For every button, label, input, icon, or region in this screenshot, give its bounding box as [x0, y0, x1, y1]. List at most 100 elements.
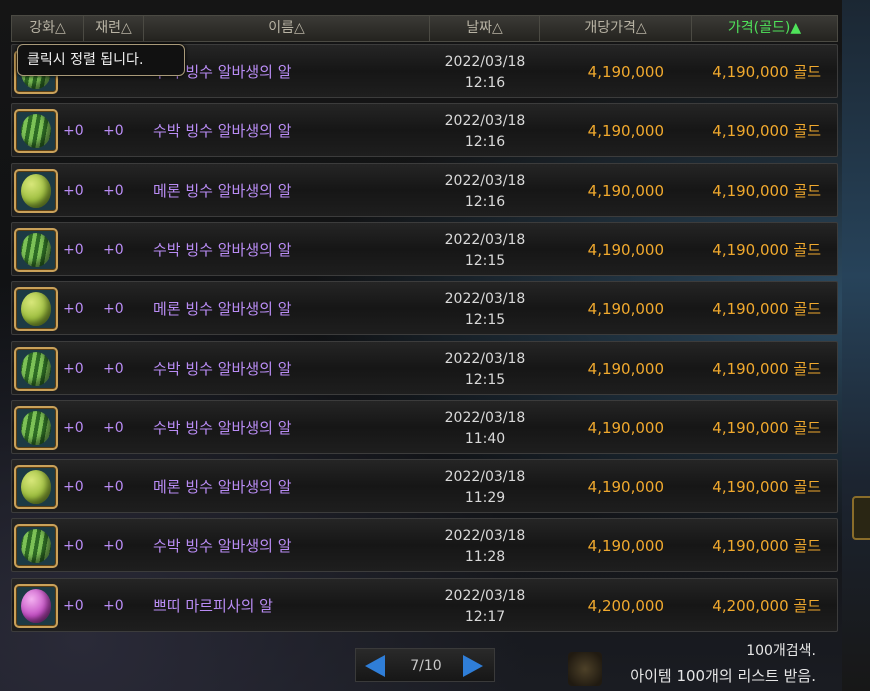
- watermelon-egg-icon: [21, 114, 51, 149]
- refine-value: +0: [103, 301, 124, 318]
- enhance-value: +0: [63, 538, 84, 555]
- item-icon-frame[interactable]: [14, 524, 58, 569]
- sort-tooltip: 클릭시 정렬 됩니다.: [17, 44, 185, 76]
- search-count-text: 100개검색.: [746, 643, 816, 659]
- list-received-text: 아이템 100개의 리스트 받음.: [630, 667, 816, 685]
- item-icon-frame[interactable]: [14, 168, 58, 213]
- next-page-button[interactable]: [463, 655, 483, 677]
- item-name: 수박 빙수 알바생의 알: [153, 418, 292, 437]
- item-name: 수박 빙수 알바생의 알: [153, 240, 292, 259]
- total-price: 4,190,000 골드: [712, 240, 821, 259]
- item-icon-frame[interactable]: [14, 109, 58, 154]
- auction-row[interactable]: +0 +0 메론 빙수 알바생의 알 2022/03/18 12:16 4,190,000…: [11, 162, 838, 217]
- listing-datetime: 2022/03/18 11:29: [430, 467, 540, 509]
- total-price: 4,200,000 골드: [712, 596, 821, 615]
- total-price: 4,190,000 골드: [712, 122, 821, 141]
- refine-value: +0: [103, 182, 124, 199]
- enhance-value: +0: [63, 241, 84, 258]
- item-icon-frame[interactable]: [14, 346, 58, 391]
- total-price: 4,190,000 골드: [712, 63, 821, 81]
- listing-date: 2022/03/18: [444, 350, 526, 367]
- total-price: 4,190,000 골드: [712, 418, 821, 437]
- unit-price: 4,200,000: [587, 596, 664, 615]
- enhance-value: +0: [63, 597, 84, 614]
- auction-row[interactable]: +0 +0 수박 빙수 알바생의 알 2022/03/18 12:16 4,190,000…: [11, 103, 838, 158]
- enhance-value: +0: [63, 419, 84, 436]
- refine-value: +0: [103, 360, 124, 377]
- listing-time: 12:15: [464, 312, 506, 329]
- listing-date: 2022/03/18: [444, 172, 526, 189]
- watermelon-egg-icon: [21, 529, 51, 564]
- unit-price: 4,190,000: [587, 359, 664, 378]
- sort-date-header[interactable]: 날짜△: [430, 16, 540, 41]
- auction-row[interactable]: +0 +0 쁘띠 마르피사의 알 2022/03/18 12:17 4,200,000 4,…: [11, 577, 838, 632]
- watermelon-egg-icon: [21, 351, 51, 386]
- refine-value: +0: [103, 123, 124, 140]
- purple-egg-icon: [21, 588, 51, 623]
- melon-egg-icon: [21, 470, 51, 505]
- sort-refine-header[interactable]: 재련△: [84, 16, 144, 41]
- listing-date: 2022/03/18: [444, 231, 526, 248]
- sort-enhance-header[interactable]: 강화△: [12, 16, 84, 41]
- unit-price: 4,190,000: [587, 418, 664, 437]
- watermelon-egg-icon: [21, 410, 51, 445]
- listing-datetime: 2022/03/18 12:15: [430, 349, 540, 391]
- listing-date: 2022/03/18: [444, 54, 526, 70]
- refine-value: +0: [103, 241, 124, 258]
- prev-page-button[interactable]: [365, 655, 385, 677]
- sort-unit-price-header[interactable]: 개당가격△: [540, 16, 692, 41]
- enhance-value: +0: [63, 301, 84, 318]
- listing-time: 12:16: [464, 134, 506, 151]
- listing-time: 12:15: [464, 252, 506, 269]
- unit-price: 4,190,000: [587, 300, 664, 319]
- auction-row[interactable]: +0 +0 메론 빙수 알바생의 알 2022/03/18 12:15 4,190,000…: [11, 281, 838, 336]
- listing-time: 12:16: [464, 75, 506, 91]
- item-name: 메론 빙수 알바생의 알: [153, 181, 292, 200]
- auction-row[interactable]: +0 +0 메론 빙수 알바생의 알 2022/03/18 11:29 4,190,000…: [11, 459, 838, 514]
- item-name: 수박 빙수 알바생의 알: [153, 122, 292, 141]
- listing-datetime: 2022/03/18 12:16: [430, 171, 540, 213]
- item-icon-frame[interactable]: [14, 583, 58, 628]
- item-name: 수박 빙수 알바생의 알: [153, 537, 292, 556]
- listing-date: 2022/03/18: [444, 528, 526, 545]
- total-price: 4,190,000 골드: [712, 300, 821, 319]
- listing-time: 12:17: [464, 608, 506, 625]
- total-price: 4,190,000 골드: [712, 181, 821, 200]
- pagination: 7/10: [355, 648, 495, 682]
- side-panel-decoration: [842, 0, 870, 691]
- sort-price-header[interactable]: 가격(골드)▲: [692, 16, 837, 41]
- listing-datetime: 2022/03/18 12:15: [430, 230, 540, 272]
- listing-datetime: 2022/03/18 12:15: [430, 289, 540, 331]
- total-price: 4,190,000 골드: [712, 478, 821, 497]
- enhance-value: +0: [63, 182, 84, 199]
- item-icon-frame[interactable]: [14, 287, 58, 332]
- total-price: 4,190,000 골드: [712, 537, 821, 556]
- item-icon-frame[interactable]: [14, 465, 58, 510]
- unit-price: 4,190,000: [587, 63, 664, 81]
- item-icon-frame[interactable]: [14, 405, 58, 450]
- item-name: 메론 빙수 알바생의 알: [153, 478, 292, 497]
- auction-row[interactable]: +0 +0 수박 빙수 알바생의 알 2022/03/18 12:15 4,190,000…: [11, 221, 838, 276]
- item-icon-frame[interactable]: [14, 227, 58, 272]
- enhance-value: +0: [63, 360, 84, 377]
- melon-egg-icon: [21, 292, 51, 327]
- refine-value: +0: [103, 538, 124, 555]
- refine-value: +0: [103, 419, 124, 436]
- listing-datetime: 2022/03/18 12:16: [430, 111, 540, 153]
- sort-name-header[interactable]: 이름△: [144, 16, 430, 41]
- side-slot-icon[interactable]: [852, 496, 870, 540]
- listing-date: 2022/03/18: [444, 409, 526, 426]
- watermelon-egg-icon: [21, 232, 51, 267]
- auction-row[interactable]: +0 +0 수박 빙수 알바생의 알 2022/03/18 12:15 4,190,000…: [11, 340, 838, 395]
- auction-row[interactable]: +0 +0 수박 빙수 알바생의 알 2022/03/18 11:40 4,190,000…: [11, 399, 838, 454]
- listing-time: 11:28: [464, 549, 506, 566]
- unit-price: 4,190,000: [587, 181, 664, 200]
- auction-row[interactable]: +0 +0 수박 빙수 알바생의 알 2022/03/18 11:28 4,190,000…: [11, 518, 838, 573]
- listing-date: 2022/03/18: [444, 469, 526, 486]
- unit-price: 4,190,000: [587, 478, 664, 497]
- unit-price: 4,190,000: [587, 537, 664, 556]
- listing-date: 2022/03/18: [444, 291, 526, 308]
- enhance-value: +0: [63, 123, 84, 140]
- footer-item-icon: [568, 652, 602, 686]
- listing-datetime: 2022/03/18 11:40: [430, 408, 540, 450]
